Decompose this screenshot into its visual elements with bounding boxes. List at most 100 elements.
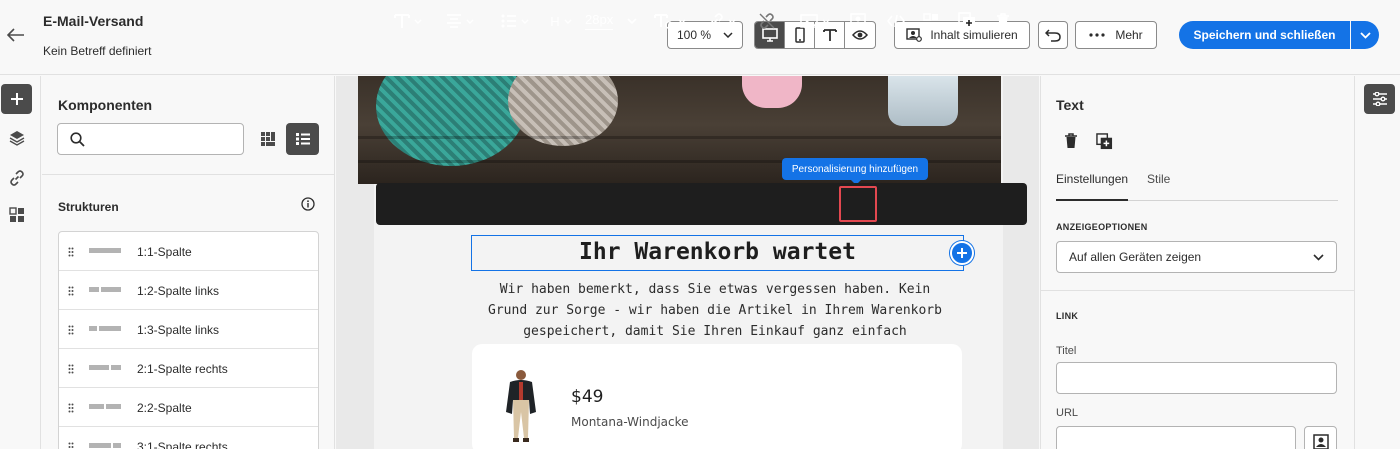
drag-handle-icon[interactable] [68,441,74,449]
font-size-select[interactable]: 28px [583,0,639,42]
display-options-select[interactable]: Auf allen Geräten zeigen [1056,241,1337,273]
panel-divider [42,174,335,175]
yoga-mat-graphic [376,76,526,166]
page-title: E-Mail-Versand [43,13,144,29]
structure-item[interactable]: 3:1-Spalte rechts [59,427,318,449]
bullet-list-icon [501,14,516,28]
structure-label: 2:1-Spalte rechts [137,362,228,376]
insert-fragment-button[interactable] [917,0,945,42]
chevron-down-icon [564,19,572,24]
align-button[interactable] [440,0,480,42]
save-options-button[interactable] [1351,21,1379,49]
structure-item[interactable]: 2:1-Spalte rechts [59,349,318,388]
duplicate-button[interactable] [953,0,981,42]
layout-thumbnail [89,443,121,448]
section-divider [1041,290,1354,291]
product-price: $49 [571,387,604,407]
drag-handle-icon[interactable] [68,324,74,338]
chevron-down-icon [521,19,529,24]
more-button[interactable]: Mehr [1075,21,1157,49]
structure-item[interactable]: 1:2-Spalte links [59,271,318,310]
search-input[interactable] [94,128,238,150]
grid-icon [261,132,275,146]
duplicate-button[interactable] [1093,130,1115,152]
drag-handle-icon[interactable] [68,246,74,260]
more-icon [1089,33,1105,37]
delete-button[interactable] [1060,130,1082,152]
right-rail [1354,76,1400,449]
code-icon [887,14,905,28]
product-image [506,370,536,442]
html-code-button[interactable] [881,0,911,42]
undo-button[interactable] [1038,21,1068,49]
drag-handle-icon[interactable] [68,402,74,416]
wood-plank-line [358,136,1001,139]
structure-item[interactable]: 2:2-Spalte [59,388,318,427]
drag-handle-icon[interactable] [68,363,74,377]
heading-level-label: H [550,13,560,29]
water-bottle-graphic [888,76,958,126]
link-section-title: LINK [1056,311,1079,321]
chevron-down-icon [1313,253,1324,261]
fragments-icon [923,13,938,28]
back-arrow-icon[interactable] [6,26,26,44]
plus-icon [10,93,23,105]
structure-label: 3:1-Spalte rechts [137,440,228,449]
drag-handle-icon[interactable] [68,285,74,299]
search-icon [70,132,85,147]
fragments-icon [8,207,24,222]
url-field-label: URL [1056,407,1079,419]
email-heading[interactable]: Ihr Warenkorb wartet [471,239,964,265]
personalization-tooltip: Personalisierung hinzufügen [782,158,928,185]
url-personalization-button[interactable] [1304,426,1337,449]
chevron-down-icon [627,18,637,24]
duplicate-icon [958,12,975,29]
structure-label: 1:2-Spalte links [137,284,220,298]
chevron-down-icon [822,19,830,24]
delete-block-button[interactable] [989,0,1017,42]
save-and-close-button[interactable]: Speichern und schließen [1179,21,1350,49]
list-format-button[interactable] [495,0,535,42]
link-icon [709,13,723,29]
links-button[interactable] [1,163,32,193]
sliders-icon [1372,92,1387,106]
unlink-button[interactable] [755,0,779,42]
text-toolbar [376,183,1027,225]
add-personalization-button[interactable] [841,0,875,42]
heading-level-button[interactable]: H [547,0,575,42]
left-rail [0,76,41,449]
add-components-button[interactable] [1,84,32,114]
image-icon [800,14,818,28]
fragments-button[interactable] [1,200,32,230]
display-options-title: ANZEIGEOPTIONEN [1056,222,1148,232]
font-color-button[interactable] [651,0,689,42]
grid-view-button[interactable] [256,126,280,152]
add-block-button[interactable] [950,241,974,265]
text-style-button[interactable] [390,0,426,42]
structure-item[interactable]: 1:1-Spalte [59,232,318,271]
product-name: Montana-Windjacke [571,415,689,429]
structure-item[interactable]: 1:3-Spalte links [59,310,318,349]
link-title-field [1056,362,1337,394]
component-search [57,123,244,155]
plus-icon [957,248,967,258]
link-url-field [1056,426,1296,449]
personalization-icon [1312,434,1329,449]
layout-thumbnail [89,404,121,409]
link-title-input[interactable] [1057,363,1336,393]
pink-bottle-graphic [742,76,802,108]
insert-image-button[interactable] [797,0,833,42]
text-color-icon [654,14,673,29]
list-view-button[interactable] [286,123,319,155]
layers-button[interactable] [1,123,32,153]
insert-link-button[interactable] [704,0,740,42]
properties-toggle-button[interactable] [1364,84,1395,114]
chevron-down-icon [1359,31,1371,39]
info-icon[interactable] [301,197,315,211]
tab-styles[interactable]: Stile [1147,172,1170,186]
tab-settings[interactable]: Einstellungen [1056,172,1128,186]
layout-thumbnail [89,326,121,331]
chevron-down-icon [728,19,736,24]
link-url-input[interactable] [1057,427,1295,449]
structure-label: 2:2-Spalte [137,401,192,415]
